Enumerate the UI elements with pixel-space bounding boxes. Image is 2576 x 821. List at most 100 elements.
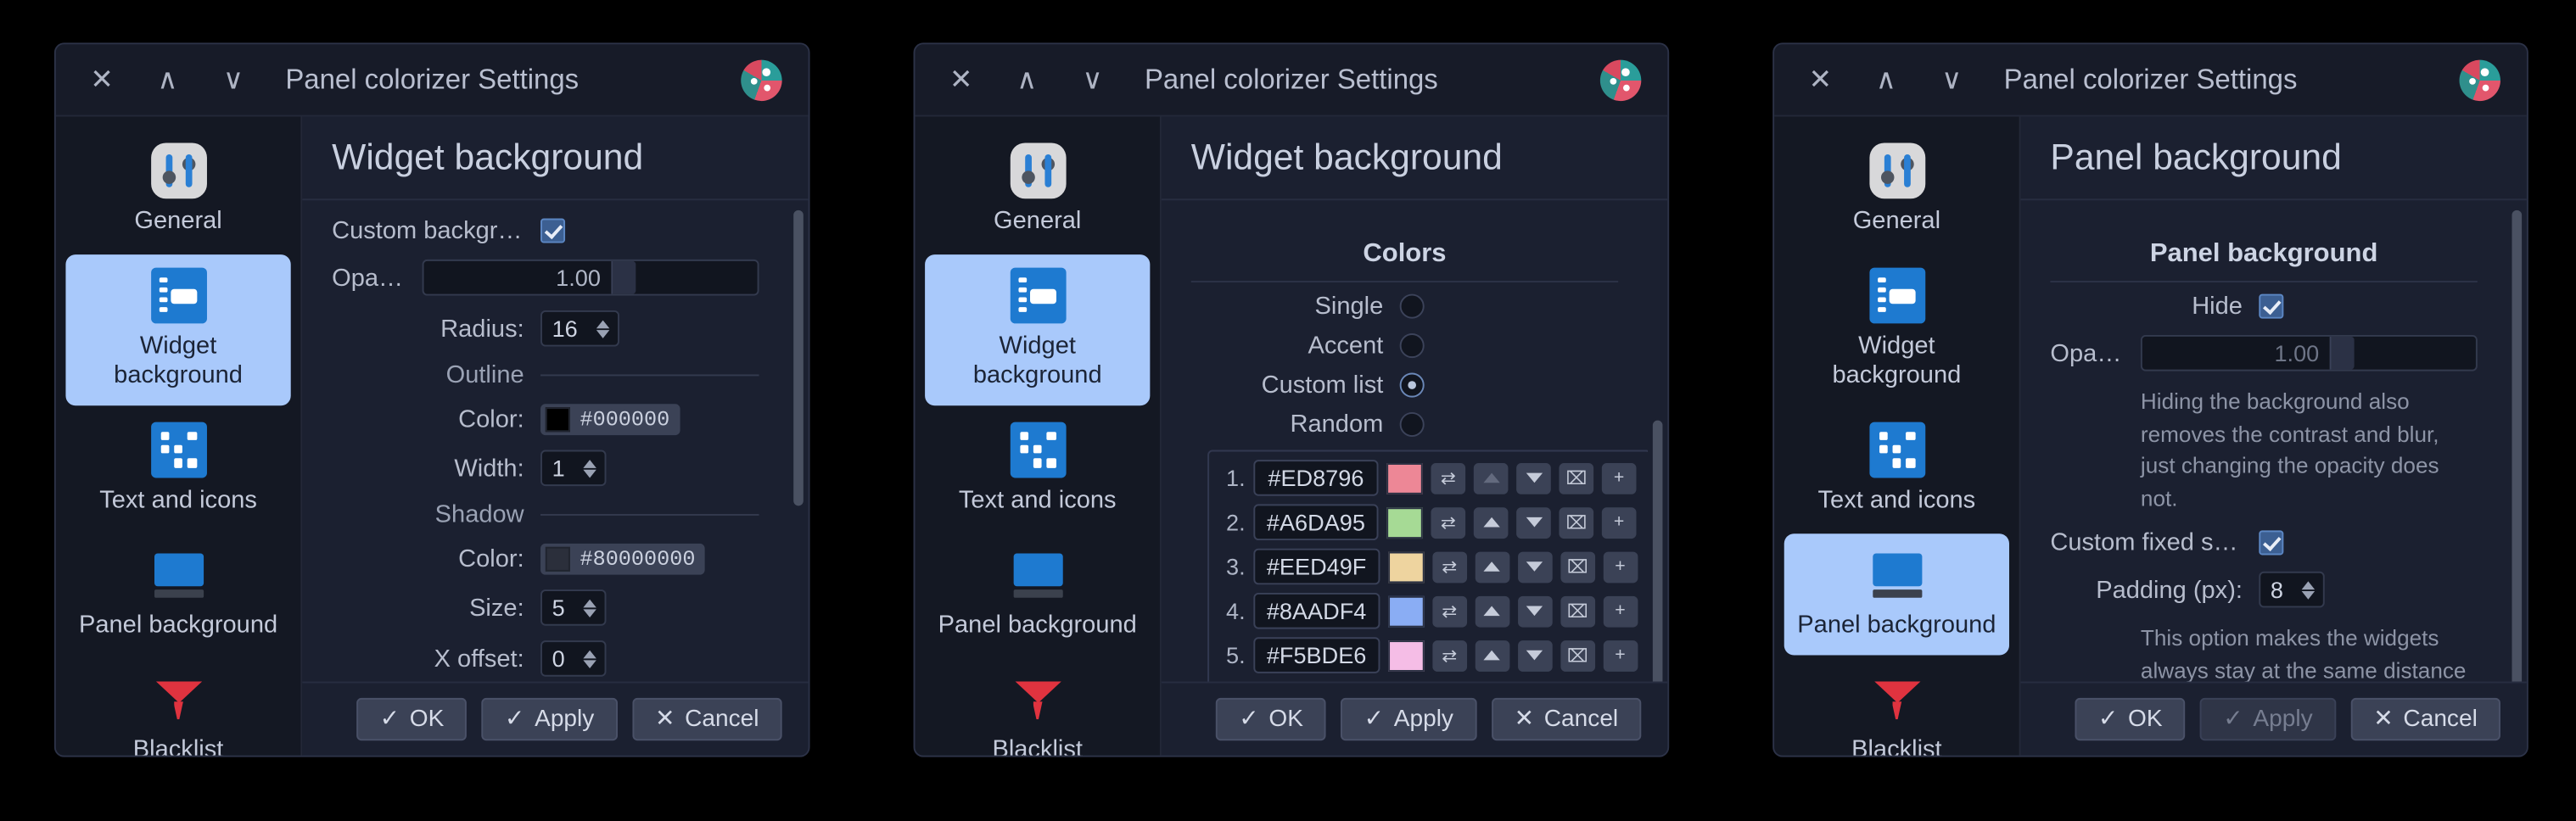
sidebar-item-general[interactable]: General xyxy=(925,130,1150,252)
item-hex-input[interactable]: #8AADF4 xyxy=(1253,592,1380,629)
hide-checkbox[interactable] xyxy=(2259,293,2284,319)
add-icon[interactable]: + xyxy=(1603,639,1638,671)
delete-icon[interactable]: ⌧ xyxy=(1559,462,1594,494)
move-down-icon[interactable] xyxy=(1517,550,1553,583)
sidebar-item-blacklist[interactable]: Blacklist xyxy=(925,659,1150,756)
delete-icon[interactable]: ⌧ xyxy=(1560,550,1595,583)
add-icon[interactable]: + xyxy=(1601,506,1637,539)
size-spinner[interactable]: 5 xyxy=(540,589,607,626)
move-down-icon[interactable] xyxy=(1517,639,1553,671)
spinner-arrows[interactable] xyxy=(574,459,604,478)
width-spinner[interactable]: 1 xyxy=(540,450,607,487)
scrollbar-thumb[interactable] xyxy=(2512,209,2523,687)
ok-button[interactable]: ✓ OK xyxy=(1216,697,1327,741)
chevron-up-icon[interactable]: ∧ xyxy=(151,64,184,97)
spinner-arrows[interactable] xyxy=(587,319,617,338)
sidebar-item-blacklist[interactable]: Blacklist xyxy=(1784,659,2009,756)
move-down-icon[interactable] xyxy=(1517,595,1553,627)
close-icon[interactable]: ✕ xyxy=(86,64,119,97)
sidebar-item-general[interactable]: General xyxy=(65,130,290,252)
titlebar[interactable]: ✕ ∧ ∨ Panel colorizer Settings xyxy=(915,44,1668,117)
x-offset-spinner[interactable]: 0 xyxy=(540,640,607,677)
titlebar[interactable]: ✕ ∧ ∨ Panel colorizer Settings xyxy=(55,44,809,117)
chevron-up-icon[interactable]: ∧ xyxy=(1869,64,1902,97)
item-hex-input[interactable]: #F5BDE6 xyxy=(1253,637,1380,673)
apply-button[interactable]: ✓ Apply xyxy=(481,697,618,741)
spinner-arrows[interactable] xyxy=(610,260,636,294)
spinner-arrows[interactable] xyxy=(2293,580,2323,600)
sidebar-item-panel-background[interactable]: Panel background xyxy=(1784,533,2010,656)
shuffle-icon[interactable]: ⇄ xyxy=(1431,462,1466,494)
sidebar-item-panel-background[interactable]: Panel background xyxy=(925,533,1150,656)
cancel-button[interactable]: ✕ Cancel xyxy=(631,697,782,741)
radio-accent-input[interactable] xyxy=(1399,333,1425,359)
padding-spinner[interactable]: 8 xyxy=(2259,572,2325,608)
radio-random-input[interactable] xyxy=(1399,411,1425,438)
shadow-color-button[interactable]: #80000000 xyxy=(540,543,706,575)
scrollbar-vertical[interactable] xyxy=(2507,200,2527,687)
titlebar[interactable]: ✕ ∧ ∨ Panel colorizer Settings xyxy=(1774,44,2527,117)
opacity-spinner[interactable]: 1.00 xyxy=(2140,334,2478,371)
move-up-icon[interactable] xyxy=(1473,506,1509,539)
spinner-arrows[interactable] xyxy=(574,649,604,668)
ok-button[interactable]: ✓ OK xyxy=(2075,697,2186,741)
apply-button[interactable]: ✓ Apply xyxy=(2200,697,2336,741)
item-color-swatch[interactable] xyxy=(1387,639,1425,671)
close-icon[interactable]: ✕ xyxy=(1804,64,1837,97)
radio-custom-list-input[interactable] xyxy=(1399,372,1425,398)
move-up-icon[interactable] xyxy=(1475,639,1509,671)
sidebar-item-text-and-icons[interactable]: Text and icons xyxy=(1784,409,2009,531)
opacity-spinner[interactable]: 1.00 xyxy=(422,259,759,296)
custom-background-checkbox[interactable] xyxy=(540,218,566,243)
sidebar-item-panel-background[interactable]: Panel background xyxy=(65,533,290,656)
move-down-icon[interactable] xyxy=(1516,462,1551,494)
sidebar-item-widget-background[interactable]: Widget background xyxy=(1784,255,2009,405)
spinner-arrows[interactable] xyxy=(574,598,604,617)
chevron-down-icon[interactable]: ∨ xyxy=(1935,64,1968,97)
item-hex-input[interactable]: #A6DA95 xyxy=(1253,504,1379,541)
item-hex-input[interactable]: #EED49F xyxy=(1253,548,1380,585)
radio-single-input[interactable] xyxy=(1399,293,1425,319)
sidebar-item-widget-background[interactable]: Widget background xyxy=(925,254,1151,405)
sidebar-item-widget-background[interactable]: Widget background xyxy=(65,254,291,405)
sidebar-item-general[interactable]: General xyxy=(1784,130,2009,252)
move-up-icon[interactable] xyxy=(1475,550,1509,583)
add-icon[interactable]: + xyxy=(1601,462,1637,494)
delete-icon[interactable]: ⌧ xyxy=(1560,595,1595,627)
chevron-down-icon[interactable]: ∨ xyxy=(1076,64,1109,97)
shuffle-icon[interactable]: ⇄ xyxy=(1431,595,1467,627)
outline-color-button[interactable]: #000000 xyxy=(540,404,680,436)
item-color-swatch[interactable] xyxy=(1386,462,1423,494)
add-icon[interactable]: + xyxy=(1603,550,1638,583)
item-color-swatch[interactable] xyxy=(1387,595,1425,627)
sidebar-item-blacklist[interactable]: Blacklist xyxy=(65,659,290,756)
delete-icon[interactable]: ⌧ xyxy=(1559,506,1594,539)
spinner-arrows[interactable] xyxy=(2328,336,2354,370)
item-color-swatch[interactable] xyxy=(1386,506,1423,539)
shuffle-icon[interactable]: ⇄ xyxy=(1431,639,1467,671)
scrollbar-thumb[interactable] xyxy=(793,209,804,506)
apply-button[interactable]: ✓ Apply xyxy=(1341,697,1477,741)
cancel-button[interactable]: ✕ Cancel xyxy=(1491,697,1642,741)
move-up-icon[interactable] xyxy=(1473,462,1509,494)
divider xyxy=(540,374,759,377)
custom-padding-checkbox[interactable] xyxy=(2259,530,2284,556)
item-color-swatch[interactable] xyxy=(1387,550,1425,583)
move-down-icon[interactable] xyxy=(1516,506,1551,539)
cancel-button[interactable]: ✕ Cancel xyxy=(2350,697,2500,741)
chevron-up-icon[interactable]: ∧ xyxy=(1011,64,1044,97)
shuffle-icon[interactable]: ⇄ xyxy=(1431,550,1467,583)
item-hex-input[interactable]: #ED8796 xyxy=(1253,460,1379,496)
radius-spinner[interactable]: 16 xyxy=(540,310,619,347)
sidebar-item-text-and-icons[interactable]: Text and icons xyxy=(925,409,1150,531)
ok-button[interactable]: ✓ OK xyxy=(356,697,468,741)
scrollbar-vertical[interactable] xyxy=(788,200,808,681)
close-icon[interactable]: ✕ xyxy=(944,64,977,97)
add-icon[interactable]: + xyxy=(1603,595,1638,627)
shuffle-icon[interactable]: ⇄ xyxy=(1431,506,1466,539)
delete-icon[interactable]: ⌧ xyxy=(1560,639,1595,671)
move-up-icon[interactable] xyxy=(1475,595,1509,627)
sidebar-item-text-and-icons[interactable]: Text and icons xyxy=(65,409,290,531)
chevron-down-icon[interactable]: ∨ xyxy=(217,64,250,97)
scrollbar-vertical[interactable] xyxy=(1648,200,1667,733)
